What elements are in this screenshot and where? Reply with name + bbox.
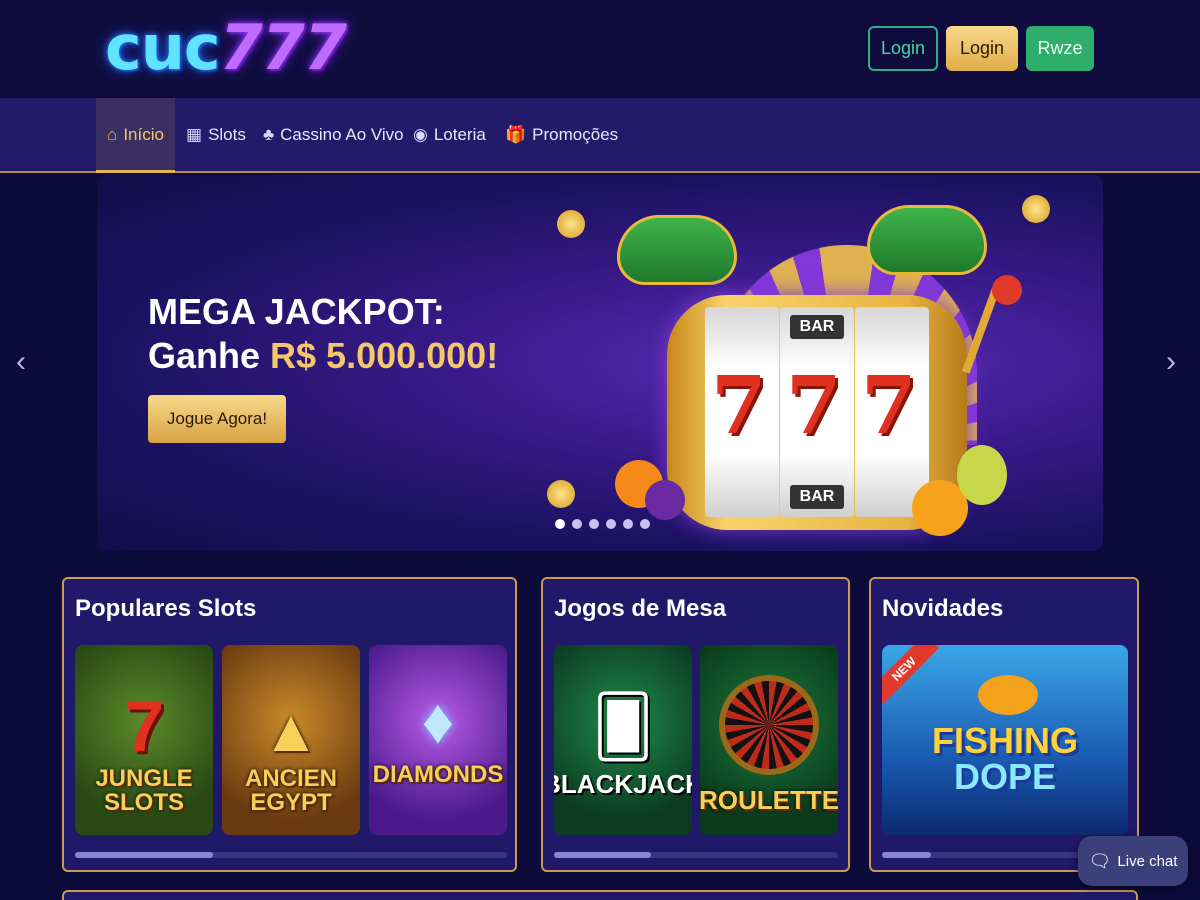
- slot-lever-knob: [992, 275, 1022, 305]
- banner-title-line1: MEGA JACKPOT:: [148, 291, 445, 332]
- game-card-diamonds[interactable]: ♦ DIAMONDS: [369, 645, 507, 835]
- nav-item-cassino-ao-vivo[interactable]: ♣ Cassino Ao Vivo: [263, 98, 404, 171]
- nav-item-label: Cassino Ao Vivo: [280, 124, 404, 144]
- nav-item-loteria[interactable]: ◉ Loteria: [413, 98, 486, 171]
- nav-item-label: Promoções: [532, 124, 619, 144]
- scrollbar-thumb[interactable]: [882, 852, 932, 858]
- carnival-mask-right: [867, 205, 987, 275]
- scrollbar-thumb[interactable]: [554, 852, 651, 858]
- roulette-wheel-icon: [719, 675, 819, 775]
- header: cuc777 Login Login Rwze: [0, 0, 1200, 98]
- coin-icon: [557, 210, 585, 238]
- reel-seven: 7: [786, 358, 842, 452]
- carousel-dot[interactable]: [606, 519, 616, 529]
- game-title: ♦ DIAMONDS: [372, 685, 504, 788]
- slot-reel: BAR 7 BAR: [780, 307, 854, 517]
- seven-icon: 7: [123, 687, 165, 767]
- nav-item-label: Início: [123, 124, 164, 144]
- plum-icon: [645, 480, 685, 520]
- carousel-dot[interactable]: [572, 519, 582, 529]
- login-button[interactable]: Login: [946, 26, 1018, 71]
- next-section-edge: [62, 890, 1138, 900]
- login-outline-button[interactable]: Login: [868, 26, 938, 71]
- section-title: Populares Slots: [75, 595, 257, 622]
- nav-item-inicio[interactable]: ⌂ Início: [96, 98, 175, 173]
- carousel-dot[interactable]: [623, 519, 633, 529]
- carousel-dot[interactable]: [640, 519, 650, 529]
- hero-banner[interactable]: 7 BAR 7 BAR 7 MEGA JACKPOT: Ganhe R$ 5.0…: [97, 175, 1103, 551]
- slot-reel: 7: [705, 307, 779, 517]
- nav-item-label: Slots: [208, 124, 246, 144]
- reel-seven: 7: [861, 358, 917, 452]
- game-card-jungle-slots[interactable]: 7 JUNGLE SLOTS: [75, 645, 213, 835]
- site-logo[interactable]: cuc777: [105, 8, 347, 88]
- section-scrollbar[interactable]: [75, 852, 507, 858]
- fish-icon: [978, 675, 1038, 715]
- game-title: 🂠BLACKJACK: [554, 693, 692, 798]
- lottery-ball-icon: ◉: [413, 124, 428, 144]
- live-chat-button[interactable]: 🗨 Live chat: [1078, 836, 1188, 886]
- game-title: FISHING DOPE: [931, 720, 1078, 797]
- logo-number: 777: [219, 11, 347, 84]
- section-title: Novidades: [882, 595, 1004, 622]
- game-title: 7 JUNGLE SLOTS: [95, 687, 193, 816]
- slot-machine-illustration: 7 BAR 7 BAR 7: [537, 175, 1097, 551]
- new-badge: NEW: [882, 645, 940, 705]
- reel-bar: BAR: [790, 315, 844, 339]
- home-icon: ⌂: [107, 124, 118, 144]
- carousel-next-arrow[interactable]: ›: [1166, 345, 1176, 379]
- section-novidades: Novidades NEW FISHING DOPE: [869, 577, 1139, 872]
- game-title: ROULETTE: [700, 675, 838, 813]
- coin-icon: [1022, 195, 1050, 223]
- carousel-prev-arrow[interactable]: ‹: [16, 345, 26, 379]
- carousel-dot[interactable]: [555, 519, 565, 529]
- section-scrollbar[interactable]: [554, 852, 838, 858]
- coin-icon: [547, 480, 575, 508]
- register-button[interactable]: Rwze: [1026, 26, 1094, 71]
- nav-item-promocoes[interactable]: 🎁 Promoções: [505, 98, 618, 171]
- game-card-ancien-egypt[interactable]: ▲ ANCIEN EGYPT: [222, 645, 360, 835]
- game-card-roulette[interactable]: ROULETTE: [700, 645, 838, 835]
- chat-bubble-icon: 🗨: [1088, 850, 1112, 871]
- pharaoh-icon: ▲: [261, 697, 321, 764]
- gift-icon: 🎁: [505, 124, 527, 144]
- carnival-mask-left: [617, 215, 737, 285]
- reel-bar: BAR: [790, 485, 844, 509]
- main-nav: ⌂ Início ▦ Slots ♣ Cassino Ao Vivo ◉ Lot…: [0, 98, 1200, 173]
- section-title: Jogos de Mesa: [554, 595, 727, 622]
- game-title: ▲ ANCIEN EGYPT: [244, 697, 337, 816]
- section-jogos-de-mesa: Jogos de Mesa 🂠BLACKJACK ROULETTE: [541, 577, 850, 872]
- banner-title-prefix: Ganhe: [148, 335, 271, 376]
- banner-title-line2: Ganhe R$ 5.000.000!: [148, 334, 498, 378]
- carousel-dot[interactable]: [589, 519, 599, 529]
- nav-item-slots[interactable]: ▦ Slots: [186, 98, 246, 171]
- logo-text: cuc: [105, 11, 221, 84]
- scrollbar-thumb[interactable]: [75, 852, 214, 858]
- live-chat-label: Live chat: [1117, 852, 1178, 870]
- banner-headline: MEGA JACKPOT: Ganhe R$ 5.000.000!: [148, 290, 498, 378]
- reel-seven: 7: [711, 358, 767, 452]
- slot-grid-icon: ▦: [186, 124, 203, 144]
- play-now-button[interactable]: Jogue Agora!: [148, 395, 286, 443]
- nav-item-label: Loteria: [433, 124, 486, 144]
- section-populares-slots: Populares Slots 7 JUNGLE SLOTS ▲ ANCIEN EGYP…: [62, 577, 517, 872]
- game-card-blackjack[interactable]: 🂠BLACKJACK: [554, 645, 692, 835]
- card-suit-icon: ♣: [263, 124, 275, 144]
- carousel-dots: [555, 519, 650, 529]
- jackpot-amount: R$ 5.000.000!: [270, 335, 499, 376]
- diamond-icon: ♦: [421, 685, 455, 757]
- slot-reel: 7: [855, 307, 929, 517]
- playing-cards-icon: 🂠: [592, 693, 654, 760]
- pear-icon: [957, 445, 1007, 505]
- game-card-fishing-dope[interactable]: NEW FISHING DOPE: [882, 645, 1128, 835]
